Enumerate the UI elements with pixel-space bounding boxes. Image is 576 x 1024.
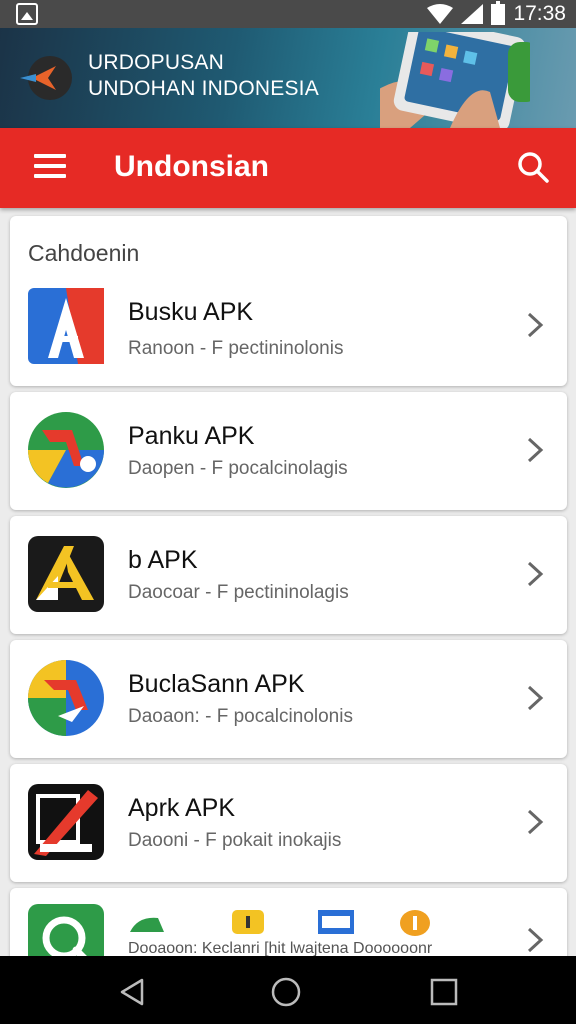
chevron-right-icon bbox=[527, 437, 544, 463]
list-item[interactable]: Cahdoenin Busku APK Ranoon - F pectinino… bbox=[10, 216, 567, 386]
list-item[interactable]: Dooaoon: Keclanri [hit lwajtena Doooooon… bbox=[10, 888, 567, 956]
chevron-right-icon bbox=[527, 809, 544, 835]
app-description: Daopen - F pocalcinolagis bbox=[128, 458, 348, 479]
green-search-icon bbox=[28, 904, 104, 956]
list-item[interactable]: BuclaSann APK Daoaon: - F pocalcinolonis bbox=[10, 640, 567, 758]
chevron-right-icon bbox=[527, 927, 544, 953]
app-name: Aprk APK bbox=[128, 794, 235, 822]
image-notification-icon bbox=[16, 3, 38, 25]
list-item[interactable]: Panku APK Daopen - F pocalcinolagis bbox=[10, 392, 567, 510]
app-bar: Undonsian bbox=[0, 128, 576, 208]
app-name: b APK bbox=[128, 546, 198, 574]
brand-logo-icon bbox=[20, 56, 72, 100]
list-item[interactable]: Aprk APK Daooni - F pokait inokajis bbox=[10, 764, 567, 882]
app-name: Panku APK bbox=[128, 422, 255, 450]
app-description: Daooni - F pokait inokajis bbox=[128, 830, 342, 851]
app-bar-title: Undonsian bbox=[114, 150, 269, 183]
header-banner: URDOPUSAN UNDOHAN INDONESIA bbox=[0, 28, 576, 128]
app-list: Cahdoenin Busku APK Ranoon - F pectinino… bbox=[0, 208, 576, 956]
back-icon[interactable] bbox=[116, 976, 148, 1008]
green-iron-icon bbox=[130, 917, 164, 932]
orange-badge-icon bbox=[232, 910, 264, 934]
chevron-right-icon bbox=[527, 312, 544, 338]
cell-signal-icon bbox=[461, 4, 484, 24]
banner-line-2: UNDOHAN INDONESIA bbox=[88, 77, 319, 100]
banner-title: URDOPUSAN UNDOHAN INDONESIA bbox=[88, 50, 319, 102]
status-time: 17:38 bbox=[513, 2, 566, 25]
phone-illustration bbox=[380, 32, 530, 128]
red-blue-a-icon bbox=[28, 288, 104, 364]
hamburger-menu-icon[interactable] bbox=[34, 154, 66, 182]
banner-line-1: URDOPUSAN bbox=[88, 51, 224, 74]
navigation-bar bbox=[0, 956, 576, 1024]
app-name: Busku APK bbox=[128, 298, 254, 326]
black-red-logo-icon bbox=[28, 784, 104, 860]
app-description: Daocoar - F pectininolagis bbox=[128, 582, 349, 603]
section-title: Cahdoenin bbox=[28, 240, 140, 266]
status-icons: 17:38 bbox=[427, 0, 566, 26]
app-name: BuclaSann APK bbox=[128, 670, 305, 698]
green-circle-arrow-icon bbox=[28, 412, 104, 488]
chevron-right-icon bbox=[527, 685, 544, 711]
status-bar: 17:38 bbox=[0, 0, 576, 28]
home-icon[interactable] bbox=[270, 976, 302, 1008]
battery-icon bbox=[491, 0, 506, 25]
chevron-right-icon bbox=[527, 561, 544, 587]
blue-circle-arrow-icon bbox=[28, 660, 104, 736]
app-description: Ranoon - F pectininolonis bbox=[128, 338, 344, 359]
search-icon[interactable] bbox=[516, 150, 550, 184]
recent-apps-icon[interactable] bbox=[428, 976, 460, 1008]
wifi-icon bbox=[427, 4, 454, 24]
app-description: Daoaon: - F pocalcinolonis bbox=[128, 706, 353, 727]
app-description: Dooaoon: Keclanri [hit lwajtena Doooooon… bbox=[128, 940, 433, 956]
orange-circle-icon bbox=[400, 910, 430, 936]
black-yellow-a-icon bbox=[28, 536, 104, 612]
list-item[interactable]: b APK Daocoar - F pectininolagis bbox=[10, 516, 567, 634]
blue-flag-icon bbox=[318, 910, 354, 934]
